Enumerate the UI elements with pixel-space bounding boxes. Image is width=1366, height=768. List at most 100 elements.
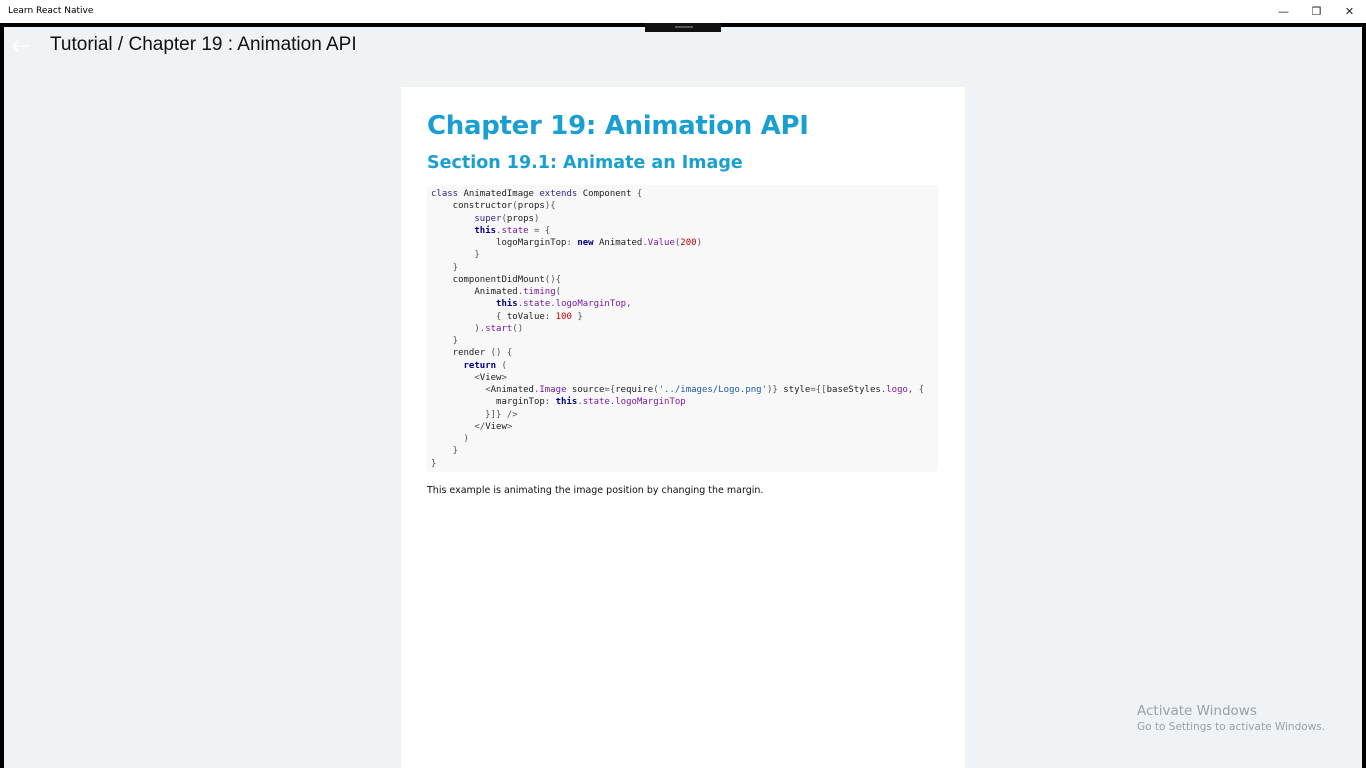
code-token: Animated [490, 385, 534, 395]
code-token: this [496, 299, 518, 310]
code-line: } [431, 445, 938, 457]
code-token: ) [431, 323, 480, 334]
code-token: } [431, 336, 459, 346]
code-token: this [474, 225, 497, 236]
code-token: style [777, 385, 811, 395]
code-token: () { [490, 348, 513, 359]
code-line: } [431, 458, 938, 470]
code-token: baseStyles [826, 385, 881, 395]
code-line: constructor(props){ [431, 200, 938, 212]
code-token: ( [555, 287, 562, 297]
code-token: } [571, 311, 583, 322]
close-icon: ✕ [1344, 5, 1355, 18]
code-token: timing [523, 287, 556, 297]
code-token: > [501, 372, 507, 383]
window-title: Learn React Native [8, 6, 94, 16]
code-token: ) [431, 434, 469, 444]
code-token: toValue [506, 311, 545, 322]
code-token: Animated [431, 287, 518, 297]
code-token: logoMarginTop [615, 397, 686, 408]
code-line: this.state = { [431, 225, 938, 237]
window-controls: — ❐ ✕ [1267, 0, 1366, 23]
code-token: = { [528, 225, 551, 236]
code-token: 200 [680, 238, 697, 248]
minimize-button[interactable]: — [1267, 0, 1300, 23]
code-line: } [431, 249, 938, 261]
code-token: (){ [544, 274, 562, 285]
code-token: : [544, 311, 556, 322]
code-token: require [615, 385, 654, 395]
back-arrow-icon [12, 39, 30, 53]
restore-button[interactable]: ❐ [1300, 0, 1333, 23]
code-token: )} [767, 385, 778, 395]
code-token: componentDidMount [431, 274, 545, 285]
code-token: ){ [544, 201, 556, 212]
code-token: state [582, 397, 610, 408]
code-token: ={[ [810, 385, 827, 395]
code-token: source [566, 385, 605, 395]
close-window-button[interactable]: ✕ [1333, 0, 1366, 23]
code-token: } [431, 458, 437, 469]
code-token: : [566, 238, 578, 248]
code-token: : [544, 397, 556, 408]
code-line: super(props) [431, 213, 938, 225]
code-token: } [431, 262, 459, 273]
code-line: this.state.logoMarginTop, [431, 298, 938, 310]
code-token: '../images/Logo.png' [658, 385, 767, 395]
code-token: 100 [555, 311, 572, 322]
back-button[interactable] [8, 36, 34, 56]
code-token: this [555, 397, 578, 408]
code-token: return [463, 360, 502, 371]
code-token: () [512, 323, 524, 334]
code-token: { [431, 311, 507, 322]
code-line: logoMarginTop: new Animated.Value(200) [431, 237, 938, 249]
code-line: ).start() [431, 323, 938, 335]
code-token: render [431, 348, 491, 359]
code-token: state [523, 299, 551, 310]
section-title: Section 19.1: Animate an Image [427, 153, 743, 173]
drag-handle-grip [675, 26, 693, 28]
code-token: ) [533, 213, 540, 224]
code-token: constructor [431, 201, 513, 212]
code-line: componentDidMount(){ [431, 274, 938, 286]
code-token: logoMarginTop [555, 299, 627, 310]
code-token: props [517, 201, 545, 212]
code-token: { [636, 189, 643, 199]
code-line: Animated.timing( [431, 286, 938, 298]
code-token: Component [582, 189, 637, 199]
code-token: Animated [599, 238, 643, 248]
code-token: super [474, 213, 502, 224]
code-token: logoMarginTop [431, 238, 567, 248]
code-token: , [626, 299, 632, 310]
code-token: marginTop [431, 397, 545, 408]
code-token: AnimatedImage [463, 189, 540, 199]
code-token: Image [539, 385, 567, 395]
window-title-bar: Learn React Native — ❐ ✕ [0, 0, 1366, 23]
code-block: class AnimatedImage extends Component { … [427, 185, 938, 472]
code-token: class [431, 189, 464, 199]
code-token: }]} /> [431, 409, 518, 420]
code-line: </View> [431, 421, 938, 433]
chapter-title: Chapter 19: Animation API [427, 111, 809, 141]
code-line: <Animated.Image source={require('../imag… [431, 384, 938, 396]
code-token: extends [539, 189, 583, 199]
code-token: logo [886, 385, 908, 395]
code-token: View [479, 372, 502, 383]
code-token: props [506, 213, 534, 224]
code-line: ) [431, 433, 938, 445]
code-token: } [431, 446, 459, 457]
code-token: } [431, 250, 480, 261]
code-token: > [506, 421, 513, 432]
page-title: Tutorial / Chapter 19 : Animation API [50, 34, 357, 55]
code-line: } [431, 335, 938, 347]
code-token: start [485, 323, 513, 334]
code-line: render () { [431, 347, 938, 359]
restore-icon: ❐ [1311, 5, 1322, 18]
code-line: class AnimatedImage extends Component { [431, 188, 938, 200]
code-token: , { [907, 385, 925, 395]
code-token: state [501, 225, 529, 236]
